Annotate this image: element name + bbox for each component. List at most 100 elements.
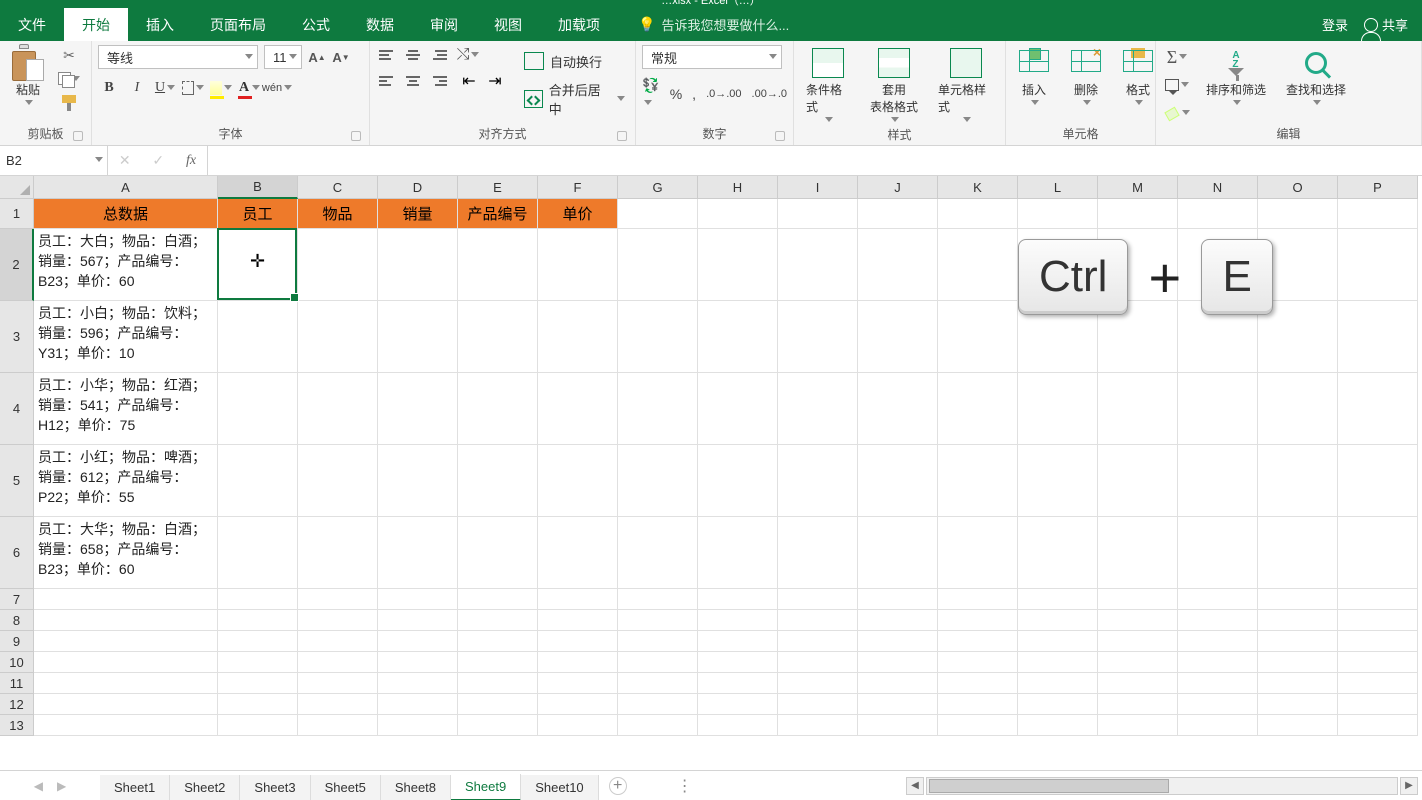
cell-L4[interactable] <box>1018 373 1098 445</box>
cell-M1[interactable] <box>1098 199 1178 229</box>
cell-N1[interactable] <box>1178 199 1258 229</box>
launcher-icon[interactable] <box>351 131 361 141</box>
launcher-icon[interactable] <box>775 131 785 141</box>
conditional-formatting-button[interactable]: 条件格式 <box>800 45 856 126</box>
row-header-10[interactable]: 10 <box>0 652 34 673</box>
cell-E11[interactable] <box>458 673 538 694</box>
cell-O12[interactable] <box>1258 694 1338 715</box>
cell-C9[interactable] <box>298 631 378 652</box>
cell-B3[interactable] <box>218 301 298 373</box>
cell-D6[interactable] <box>378 517 458 589</box>
scroll-right-button[interactable]: ▶ <box>1400 777 1418 795</box>
bold-button[interactable]: B <box>98 77 120 99</box>
cell-D12[interactable] <box>378 694 458 715</box>
col-header-L[interactable]: L <box>1018 176 1098 199</box>
cell-B8[interactable] <box>218 610 298 631</box>
cell-I8[interactable] <box>778 610 858 631</box>
file-tab[interactable]: 文件 <box>0 8 64 41</box>
col-header-D[interactable]: D <box>378 176 458 199</box>
cell-O11[interactable] <box>1258 673 1338 694</box>
cell-H11[interactable] <box>698 673 778 694</box>
column-headers[interactable]: ABCDEFGHIJKLMNOP <box>34 176 1418 199</box>
col-header-K[interactable]: K <box>938 176 1018 199</box>
row-headers[interactable]: 12345678910111213 <box>0 199 34 736</box>
row-header-11[interactable]: 11 <box>0 673 34 694</box>
percent-button[interactable]: % <box>670 86 682 102</box>
cell-E7[interactable] <box>458 589 538 610</box>
cell-P13[interactable] <box>1338 715 1418 736</box>
cell-L7[interactable] <box>1018 589 1098 610</box>
cell-L1[interactable] <box>1018 199 1098 229</box>
cell-C11[interactable] <box>298 673 378 694</box>
share-button[interactable]: 共享 <box>1364 15 1408 34</box>
cell-G12[interactable] <box>618 694 698 715</box>
cell-J7[interactable] <box>858 589 938 610</box>
align-middle-button[interactable] <box>402 45 424 65</box>
cell-N12[interactable] <box>1178 694 1258 715</box>
header-cell-C1[interactable]: 物品 <box>298 199 378 229</box>
format-as-table-button[interactable]: 套用 表格格式 <box>864 45 924 126</box>
font-size-combo[interactable]: 11 <box>264 45 302 69</box>
sheet-tab-Sheet10[interactable]: Sheet10 <box>521 775 598 800</box>
cell-G7[interactable] <box>618 589 698 610</box>
cell-P10[interactable] <box>1338 652 1418 673</box>
cell-P8[interactable] <box>1338 610 1418 631</box>
cell-I6[interactable] <box>778 517 858 589</box>
cell-B7[interactable] <box>218 589 298 610</box>
cell-D7[interactable] <box>378 589 458 610</box>
tab-数据[interactable]: 数据 <box>348 8 412 41</box>
sheet-area[interactable]: ABCDEFGHIJKLMNOP 12345678910111213 总数据员工… <box>0 176 1422 770</box>
cell-C6[interactable] <box>298 517 378 589</box>
cell-O6[interactable] <box>1258 517 1338 589</box>
col-header-E[interactable]: E <box>458 176 538 199</box>
decrease-indent-button[interactable]: ⇤ <box>458 71 480 91</box>
cell-N7[interactable] <box>1178 589 1258 610</box>
sheet-tab-Sheet2[interactable]: Sheet2 <box>170 775 240 800</box>
col-header-B[interactable]: B <box>218 176 298 199</box>
cell-H13[interactable] <box>698 715 778 736</box>
cell-H12[interactable] <box>698 694 778 715</box>
cell-D2[interactable] <box>378 229 458 301</box>
cell-C2[interactable] <box>298 229 378 301</box>
row-header-4[interactable]: 4 <box>0 373 34 445</box>
cell-F8[interactable] <box>538 610 618 631</box>
cell-H7[interactable] <box>698 589 778 610</box>
cell-D5[interactable] <box>378 445 458 517</box>
sheet-tab-Sheet1[interactable]: Sheet1 <box>100 775 170 800</box>
cell-L13[interactable] <box>1018 715 1098 736</box>
cut-button[interactable]: ✂ <box>58 45 80 65</box>
cell-L9[interactable] <box>1018 631 1098 652</box>
cell-O1[interactable] <box>1258 199 1338 229</box>
nav-next-icon[interactable]: ▶ <box>57 779 66 793</box>
cell-N11[interactable] <box>1178 673 1258 694</box>
accounting-format-button[interactable]: 💱 <box>642 77 660 110</box>
phonetic-button[interactable]: wén <box>266 77 288 99</box>
cell-L10[interactable] <box>1018 652 1098 673</box>
cell-F11[interactable] <box>538 673 618 694</box>
cell-P1[interactable] <box>1338 199 1418 229</box>
format-cells-button[interactable]: 格式 <box>1116 45 1160 109</box>
cell-N4[interactable] <box>1178 373 1258 445</box>
clear-button[interactable] <box>1162 103 1192 123</box>
cell-K3[interactable] <box>938 301 1018 373</box>
insert-function-button[interactable]: fx <box>186 153 196 169</box>
cell-A5[interactable]: 员工：小红；物品：啤酒；销量：612；产品编号：P22；单价：55 <box>34 445 218 517</box>
cell-K1[interactable] <box>938 199 1018 229</box>
row-header-5[interactable]: 5 <box>0 445 34 517</box>
cell-O10[interactable] <box>1258 652 1338 673</box>
cell-D11[interactable] <box>378 673 458 694</box>
cell-J4[interactable] <box>858 373 938 445</box>
sheet-nav[interactable]: ◀▶ <box>0 771 100 800</box>
cell-N6[interactable] <box>1178 517 1258 589</box>
col-header-N[interactable]: N <box>1178 176 1258 199</box>
add-sheet-button[interactable]: + <box>609 777 627 795</box>
cell-G8[interactable] <box>618 610 698 631</box>
cell-I12[interactable] <box>778 694 858 715</box>
cell-B10[interactable] <box>218 652 298 673</box>
cell-C12[interactable] <box>298 694 378 715</box>
tab-审阅[interactable]: 审阅 <box>412 8 476 41</box>
increase-font-button[interactable]: A▲ <box>308 46 326 68</box>
cell-F2[interactable] <box>538 229 618 301</box>
cell-K6[interactable] <box>938 517 1018 589</box>
cell-A7[interactable] <box>34 589 218 610</box>
